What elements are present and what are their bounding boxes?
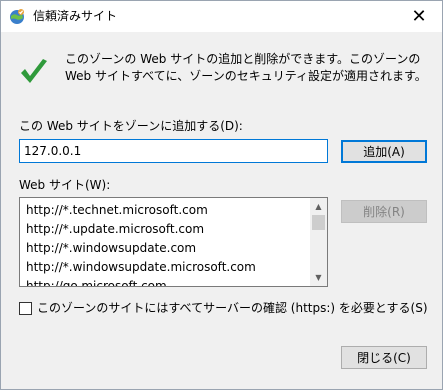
window-title: 信頼済みサイト	[33, 9, 118, 23]
list-item[interactable]: http://*.windowsupdate.microsoft.com	[26, 260, 256, 275]
add-site-label: この Web サイトをゾーンに追加する(D):	[19, 119, 243, 133]
checkmark-icon	[21, 59, 47, 83]
remove-button[interactable]: 削除(R)	[341, 200, 427, 223]
scroll-thumb[interactable]	[312, 215, 325, 230]
https-required-option[interactable]: このゾーンのサイトにはすべてサーバーの確認 (https:) を必要とする(S)	[19, 301, 428, 316]
title-bar[interactable]: 信頼済みサイト ✕	[1, 1, 442, 32]
list-item[interactable]: http://go.microsoft.com	[26, 279, 167, 286]
sites-scrollbar[interactable]: ▲ ▼	[310, 198, 327, 286]
list-item[interactable]: http://*.windowsupdate.com	[26, 241, 196, 256]
close-button[interactable]: 閉じる(C)	[341, 346, 427, 369]
sites-list[interactable]: http://*.technet.microsoft.com http://*.…	[19, 197, 328, 287]
https-required-checkbox[interactable]	[19, 302, 32, 315]
sites-list-label: Web サイト(W):	[19, 178, 111, 192]
scroll-down-icon[interactable]: ▼	[310, 269, 327, 286]
scroll-up-icon[interactable]: ▲	[310, 198, 327, 215]
list-item[interactable]: http://*.update.microsoft.com	[26, 222, 204, 237]
https-required-label[interactable]: このゾーンのサイトにはすべてサーバーの確認 (https:) を必要とする(S)	[37, 301, 428, 316]
add-site-input[interactable]	[19, 139, 328, 163]
close-icon[interactable]: ✕	[396, 1, 442, 32]
add-button[interactable]: 追加(A)	[341, 140, 427, 163]
list-item[interactable]: http://*.technet.microsoft.com	[26, 203, 208, 218]
trusted-sites-dialog: 信頼済みサイト ✕ このゾーンの Web サイトの追加と削除ができます。このゾー…	[0, 0, 443, 390]
info-message: このゾーンの Web サイトの追加と削除ができます。このゾーンの Web サイト…	[65, 52, 427, 83]
internet-options-globe-icon	[10, 9, 24, 24]
